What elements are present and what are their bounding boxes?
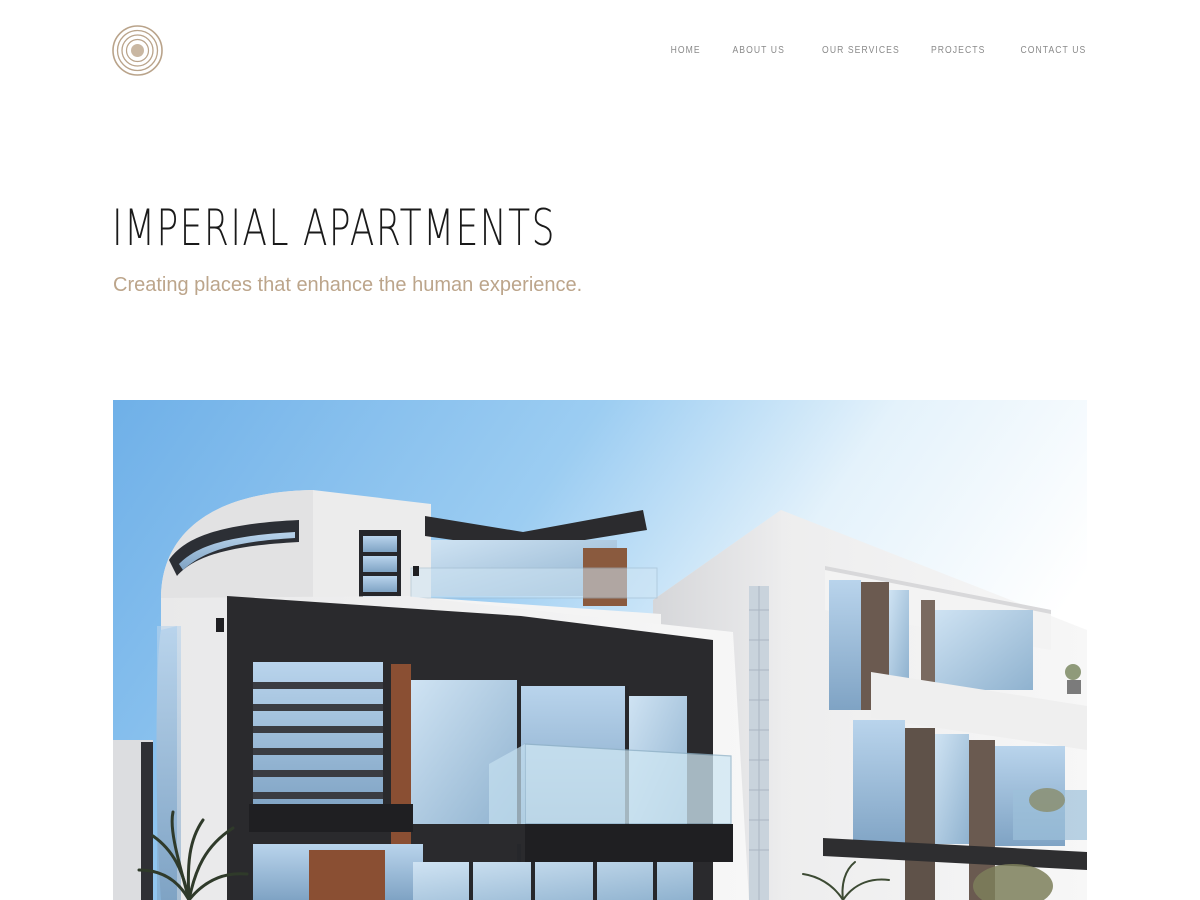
- nav-projects-link[interactable]: PROJECTS: [931, 42, 985, 58]
- nav-contact-us-link[interactable]: CONTACT US: [1020, 42, 1086, 58]
- main-navigation: HOME ABOUT US OUR SERVICES PROJECTS CONT…: [664, 42, 1086, 58]
- nav-about-us-link[interactable]: ABOUT US: [732, 42, 784, 58]
- nav-our-services-link[interactable]: OUR SERVICES: [822, 42, 900, 58]
- nav-home-link[interactable]: HOME: [671, 42, 701, 58]
- hero-subtitle: Creating places that enhance the human e…: [113, 274, 583, 296]
- hero-title: IMPERIAL APARTMENTS: [112, 199, 556, 257]
- logo-icon[interactable]: [112, 25, 163, 76]
- hero-building-image: [113, 400, 1087, 900]
